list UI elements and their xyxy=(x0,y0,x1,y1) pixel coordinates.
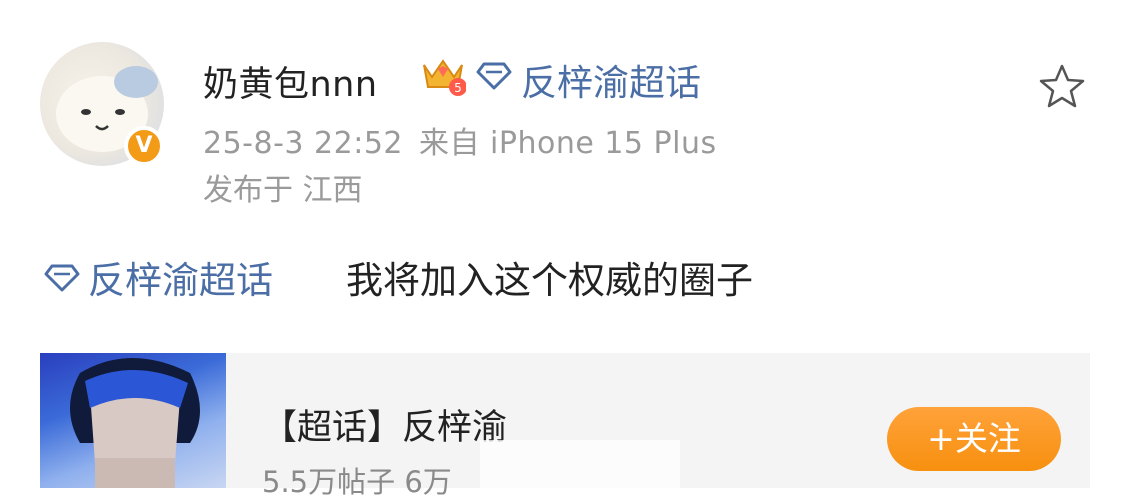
supertopic-diamond-icon xyxy=(476,62,512,90)
card-stats: 5.5万帖子 6万 xyxy=(262,465,452,499)
post-source: 来自 iPhone 15 Plus xyxy=(419,126,717,161)
crown-level-icon: 5 xyxy=(423,59,466,96)
post-meta: 25-8-3 22:52 来自 iPhone 15 Plus xyxy=(203,118,717,162)
card-thumbnail xyxy=(40,353,226,488)
svg-text:5: 5 xyxy=(454,81,462,95)
supertopic-diamond-icon xyxy=(44,264,80,292)
thumbnail-portrait xyxy=(70,358,200,488)
blur-overlay xyxy=(480,440,680,488)
card-title: 【超话】反梓渝 xyxy=(262,408,508,448)
verified-badge: V xyxy=(124,126,164,166)
post-time: 25-8-3 22:52 xyxy=(203,126,403,161)
body-topic-link[interactable]: 反梓渝超话 xyxy=(88,250,273,304)
post-location: 发布于 江西 xyxy=(203,173,363,208)
star-icon[interactable] xyxy=(1038,62,1086,110)
header-topic-link[interactable]: 反梓渝超话 xyxy=(521,54,701,106)
author-name[interactable]: 奶黄包nnn xyxy=(203,56,378,107)
post-text: 我将加入这个权威的圈子 xyxy=(346,259,753,302)
follow-button[interactable]: +关注 xyxy=(887,407,1061,471)
